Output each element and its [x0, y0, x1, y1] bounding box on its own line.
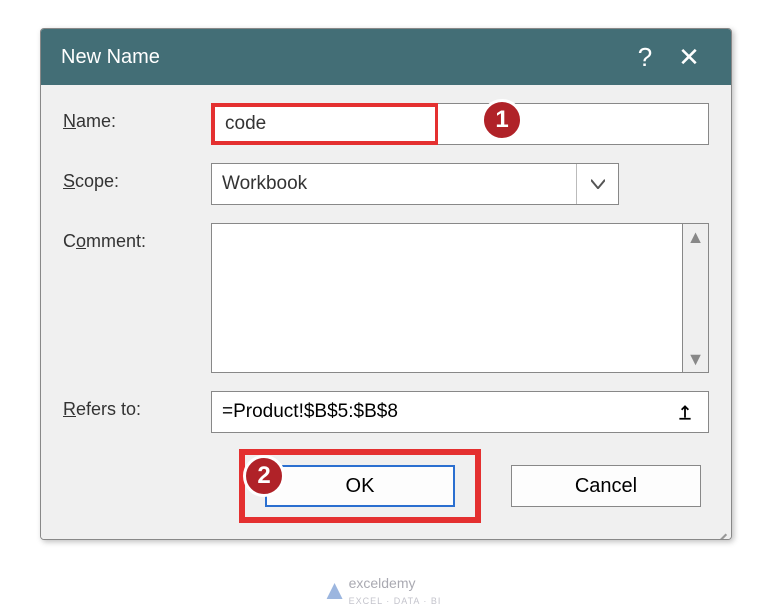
scope-value: Workbook [212, 173, 576, 195]
name-input-highlight: code [211, 103, 439, 145]
callout-2: 2 [243, 455, 285, 497]
watermark-brand: exceldemy [349, 575, 416, 591]
ok-button[interactable]: OK [265, 465, 455, 507]
label-name: Name: [63, 103, 211, 132]
row-scope: Scope: Workbook [63, 163, 709, 205]
chevron-down-icon[interactable] [576, 164, 618, 204]
name-input-extension[interactable] [438, 103, 709, 145]
row-name: Name: code 1 [63, 103, 709, 145]
watermark-logo-icon [327, 583, 343, 599]
label-refers: Refers to: [63, 391, 211, 420]
scrollbar-vertical[interactable]: ▲ ▼ [683, 223, 709, 373]
name-input[interactable]: code [225, 113, 266, 135]
collapse-range-icon[interactable] [665, 391, 705, 433]
scope-select[interactable]: Workbook [211, 163, 619, 205]
help-icon[interactable]: ? [623, 29, 667, 85]
button-row: 2 OK Cancel [63, 443, 709, 523]
dialog-title: New Name [61, 46, 623, 69]
scroll-down-icon[interactable]: ▼ [687, 350, 705, 368]
comment-wrap: ▲ ▼ [211, 223, 709, 373]
refers-to-input[interactable] [211, 391, 709, 433]
cancel-button[interactable]: Cancel [511, 465, 701, 507]
watermark-tagline: EXCEL · DATA · BI [349, 596, 442, 606]
comment-textarea[interactable] [211, 223, 683, 373]
watermark: exceldemy EXCEL · DATA · BI [327, 575, 442, 607]
dialog-body: Name: code 1 Scope: Workbook Comment: [41, 85, 731, 539]
title-bar[interactable]: New Name ? ✕ [41, 29, 731, 85]
resize-grip-icon[interactable] [707, 515, 729, 537]
scroll-up-icon[interactable]: ▲ [687, 228, 705, 246]
label-comment: Comment: [63, 223, 211, 252]
callout-1: 1 [481, 99, 523, 141]
label-scope: Scope: [63, 163, 211, 192]
row-comment: Comment: ▲ ▼ [63, 223, 709, 373]
row-refers: Refers to: [63, 391, 709, 433]
new-name-dialog: New Name ? ✕ Name: code 1 Scope: Workboo… [40, 28, 732, 540]
close-icon[interactable]: ✕ [667, 29, 711, 85]
